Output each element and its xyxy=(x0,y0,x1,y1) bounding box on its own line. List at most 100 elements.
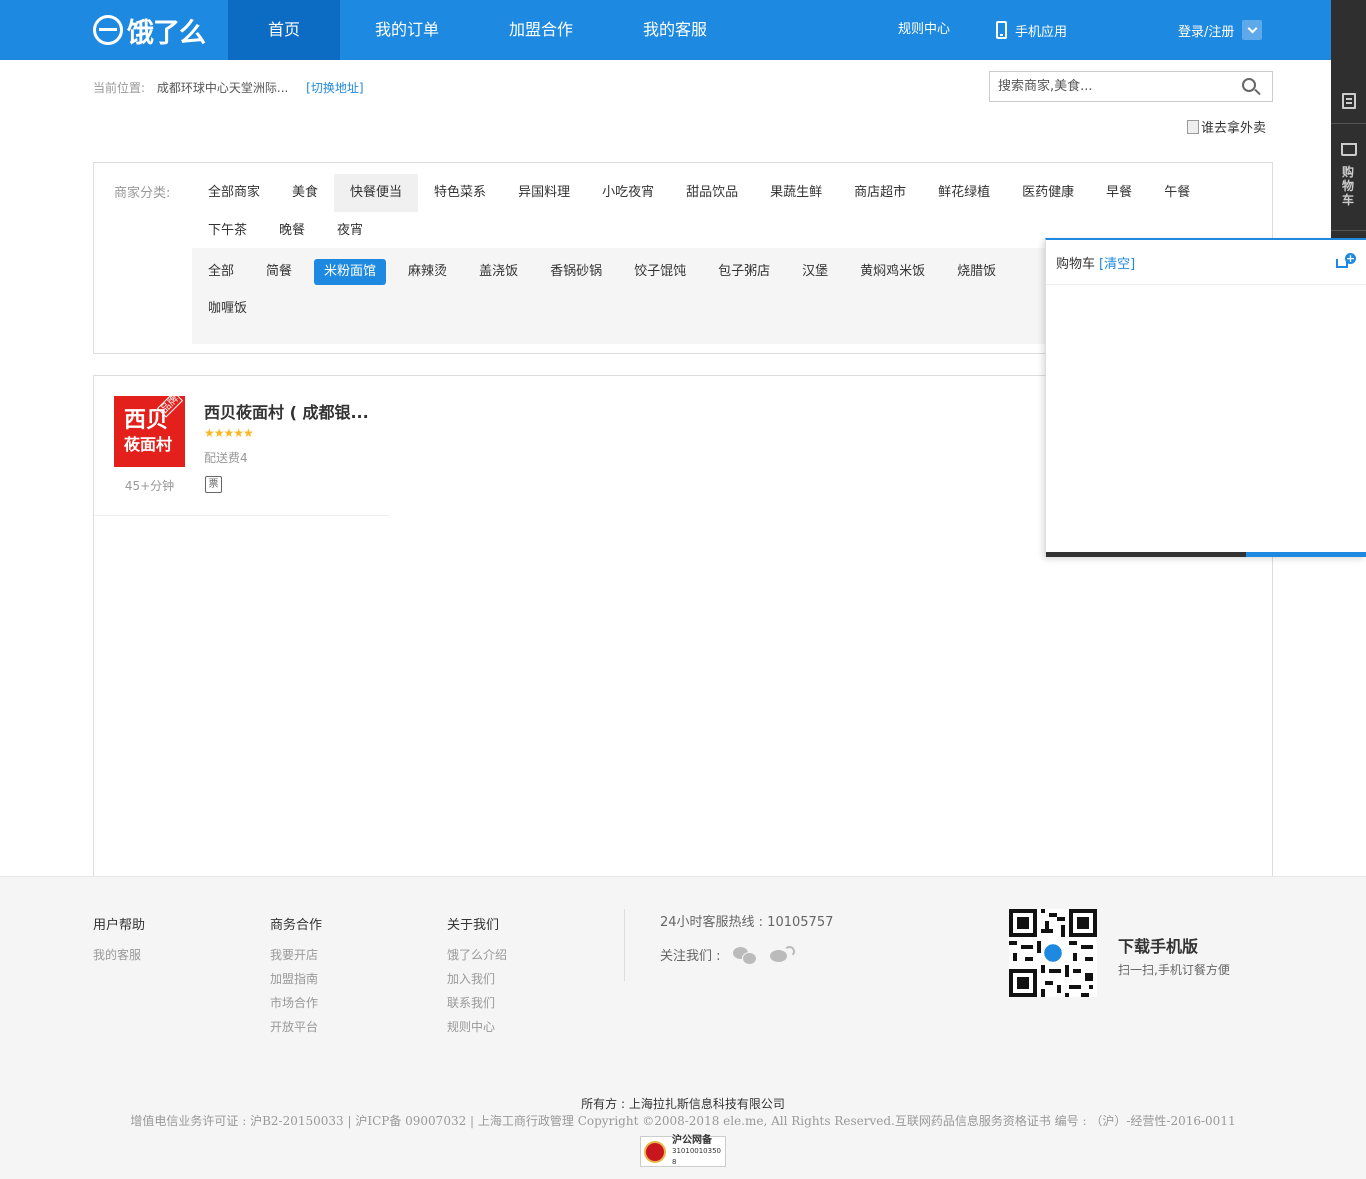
shop-logo-line2: 莜面村 xyxy=(124,435,173,454)
wechat-icon[interactable] xyxy=(732,946,757,965)
order-list-icon[interactable] xyxy=(1342,93,1356,109)
category-item[interactable]: 美食 xyxy=(276,174,334,212)
footer-link[interactable]: 加入我们 xyxy=(447,967,507,991)
account-dropdown-button[interactable] xyxy=(1242,20,1263,40)
category-item[interactable]: 特色菜系 xyxy=(418,174,502,212)
nav-home[interactable]: 首页 xyxy=(228,0,340,60)
footer-column-about: 关于我们 饿了么介绍 加入我们 联系我们 规则中心 xyxy=(447,914,507,1039)
category-label: 商家分类: xyxy=(114,186,171,201)
nav-orders[interactable]: 我的订单 xyxy=(340,0,474,60)
shop-name: 西贝莜面村 ( 成都银... xyxy=(204,403,369,422)
cart-panel: 购物车 [清空] + xyxy=(1045,238,1366,557)
category-item[interactable]: 医药健康 xyxy=(1006,174,1090,212)
category-item[interactable]: 果蔬生鲜 xyxy=(754,174,838,212)
mobile-app-link[interactable]: 手机应用 xyxy=(996,0,1067,60)
follow-label: 关注我们 : xyxy=(660,949,721,964)
cart-footer-bar xyxy=(1046,552,1366,557)
footer-link[interactable]: 我的客服 xyxy=(93,943,145,967)
footer-column-help: 用户帮助 我的客服 xyxy=(93,914,145,967)
category-item[interactable]: 下午茶 xyxy=(192,212,263,250)
category-item[interactable]: 小吃夜宵 xyxy=(586,174,670,212)
search-icon[interactable] xyxy=(1242,78,1256,92)
footer-link[interactable]: 我要开店 xyxy=(270,943,322,967)
category-row: 全部商家 美食 快餐便当 特色菜系 异国料理 小吃夜宵 甜品饮品 果蔬生鲜 商店超市 鲜花绿植 医药… xyxy=(192,174,1206,212)
police-record-badge[interactable]: 沪公网备 31010010350​8 xyxy=(640,1135,726,1167)
subcategory-row: 全部 简餐 米粉面馆 麻辣烫 盖浇饭 香锅砂锅 饺子馄饨 包子粥店 汉堡 黄焖鸡米饭 烧腊饭 xyxy=(198,259,1018,285)
police-emblem-icon xyxy=(644,1140,666,1163)
rating-stars: ★★★★★ xyxy=(204,426,254,440)
subcategory-item[interactable]: 简餐 xyxy=(256,259,302,285)
footer-link[interactable]: 规则中心 xyxy=(447,1015,507,1039)
footer-link[interactable]: 市场合作 xyxy=(270,991,322,1015)
nav-join[interactable]: 加盟合作 xyxy=(474,0,608,60)
right-toolbar: 购物车 xyxy=(1331,0,1366,240)
search-input[interactable] xyxy=(990,72,1230,101)
download-title: 下载手机版 xyxy=(1118,937,1199,956)
footer-link[interactable]: 饿了么介绍 xyxy=(447,943,507,967)
phone-icon xyxy=(996,21,1007,39)
subcategory-item[interactable]: 饺子馄饨 xyxy=(624,259,696,285)
hotline: 24小时客服热线 : 10105757 xyxy=(660,915,834,930)
search-box xyxy=(989,71,1273,102)
cart-title: 购物车 xyxy=(1056,256,1096,272)
location-label: 当前位置: xyxy=(93,81,146,95)
login-register[interactable]: 登录/注册 xyxy=(1178,0,1263,60)
invoice-icon: 票 xyxy=(205,476,222,493)
mobile-app-label: 手机应用 xyxy=(1015,24,1068,40)
subcategory-item[interactable]: 麻辣烫 xyxy=(398,259,457,285)
delivery-time: 45+分钟 xyxy=(124,479,175,493)
subcategory-item[interactable]: 汉堡 xyxy=(792,259,838,285)
divider xyxy=(624,909,625,981)
subcategory-item[interactable]: 包子粥店 xyxy=(708,259,780,285)
category-item[interactable]: 午餐 xyxy=(1148,174,1206,212)
nav-service[interactable]: 我的客服 xyxy=(608,0,742,60)
cart-icon[interactable] xyxy=(1341,143,1357,156)
subcategory-item[interactable]: 咖喱饭 xyxy=(198,296,257,322)
category-item[interactable]: 早餐 xyxy=(1090,174,1148,212)
footer-link[interactable]: 开放平台 xyxy=(270,1015,322,1039)
cart-add-icon[interactable]: + xyxy=(1336,253,1356,271)
divider xyxy=(1331,123,1366,124)
subcategory-item[interactable]: 烧腊饭 xyxy=(947,259,1006,285)
ad-image-alt: 谁去拿外卖 xyxy=(1201,121,1267,136)
category-item[interactable]: 异国料理 xyxy=(502,174,586,212)
logo-text: 饿了么 xyxy=(127,17,206,49)
weibo-icon[interactable] xyxy=(769,945,795,964)
footer-link[interactable]: 联系我们 xyxy=(447,991,507,1015)
subcategory-item[interactable]: 黄焖鸡米饭 xyxy=(850,259,935,285)
shop-card[interactable]: 西贝 莜面村 品牌 45+分钟 西贝莜面村 ( 成都银... ★★★★★ 配送费… xyxy=(94,376,390,516)
subcategory-item[interactable]: 盖浇饭 xyxy=(469,259,528,285)
side-cart-label[interactable]: 购物车 xyxy=(1342,165,1356,207)
broken-image-icon xyxy=(1187,119,1199,134)
footer-column-title: 商务合作 xyxy=(270,918,323,933)
category-item[interactable]: 全部商家 xyxy=(192,174,276,212)
ad-image[interactable]: 谁去拿外卖 xyxy=(1187,117,1266,136)
top-navbar: 饿了么 首页 我的订单 加盟合作 我的客服 规则中心 手机应用 登录/注册 xyxy=(0,0,1331,60)
subcategory-item[interactable]: 全部 xyxy=(198,259,244,285)
footer-column-business: 商务合作 我要开店 加盟指南 市场合作 开放平台 xyxy=(270,914,322,1039)
category-item[interactable]: 鲜花绿植 xyxy=(922,174,1006,212)
category-item[interactable]: 夜宵 xyxy=(321,212,379,250)
owner-text: 所有方 : 上海拉扎斯信息科技有限公司 xyxy=(581,1097,785,1111)
subcategory-item[interactable]: 香锅砂锅 xyxy=(540,259,612,285)
category-item[interactable]: 晚餐 xyxy=(263,212,321,250)
category-item[interactable]: 甜品饮品 xyxy=(670,174,754,212)
category-item[interactable]: 快餐便当 xyxy=(334,174,419,212)
logo-e-icon xyxy=(93,15,123,45)
logo[interactable]: 饿了么 xyxy=(93,12,206,49)
category-item[interactable]: 商店超市 xyxy=(838,174,922,212)
location-bar: 当前位置: 成都环球中心天堂洲际... [切换地址] xyxy=(93,79,364,96)
cart-header: 购物车 [清空] xyxy=(1046,240,1366,285)
cart-clear-button[interactable]: [清空] xyxy=(1099,253,1135,272)
divider xyxy=(1331,230,1366,231)
badge-line2: 31010010350​8 xyxy=(672,1147,721,1166)
rules-link[interactable]: 规则中心 xyxy=(898,0,950,60)
location-address: 成都环球中心天堂洲际... xyxy=(156,81,289,95)
main-nav: 首页 我的订单 加盟合作 我的客服 xyxy=(228,0,742,60)
shop-logo: 西贝 莜面村 品牌 xyxy=(114,396,185,467)
chevron-down-icon xyxy=(1247,23,1258,33)
subcategory-item[interactable]: 米粉面馆 xyxy=(314,259,387,285)
switch-address-link[interactable]: [切换地址] xyxy=(306,81,363,95)
follow-us: 关注我们 : xyxy=(660,945,795,965)
footer-link[interactable]: 加盟指南 xyxy=(270,967,322,991)
